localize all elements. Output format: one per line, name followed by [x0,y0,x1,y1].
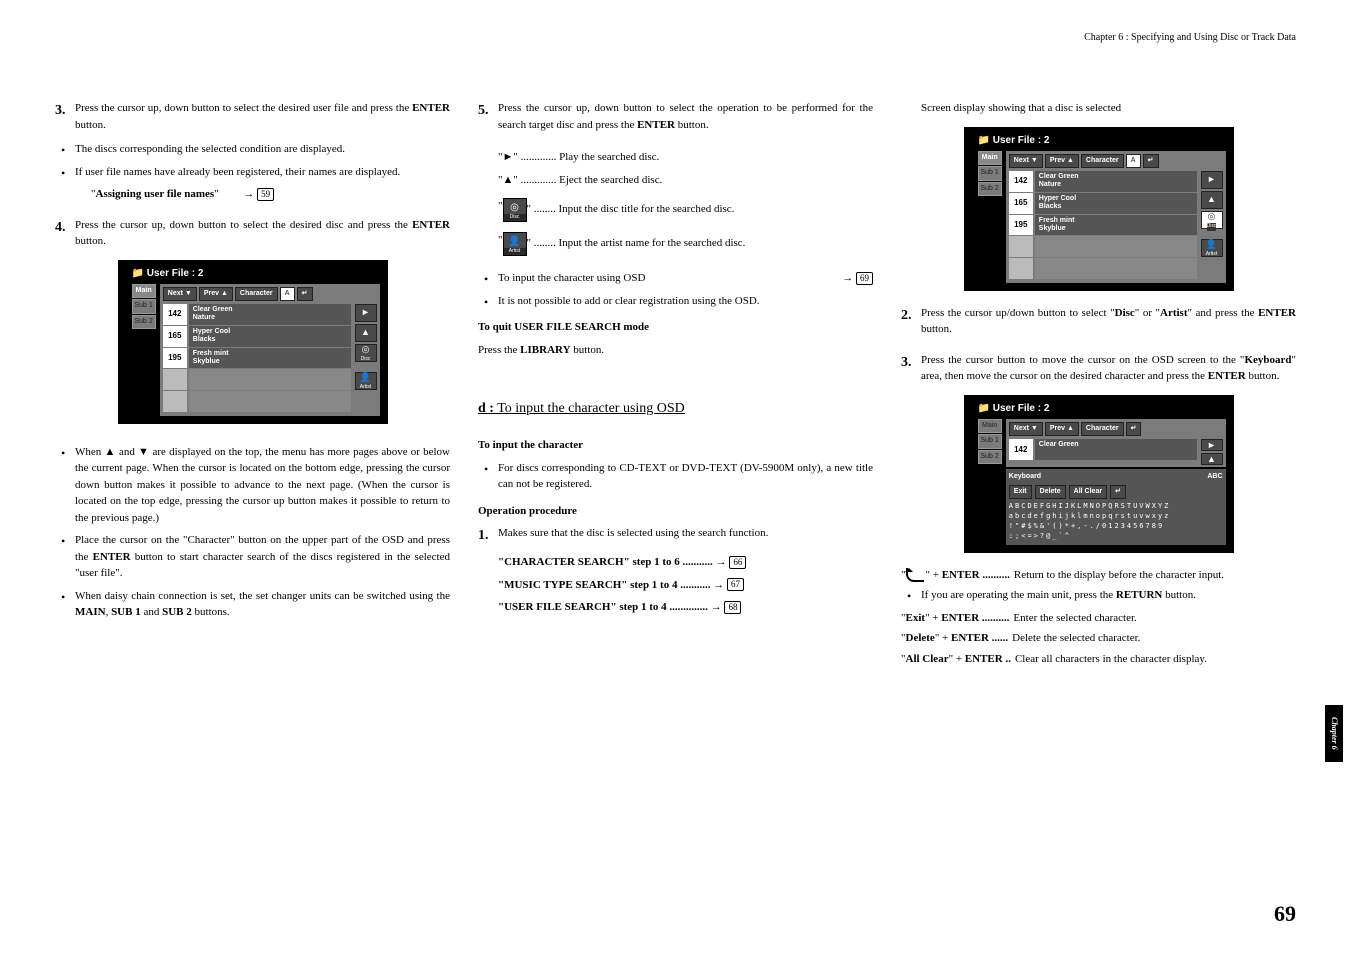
eject-line: "▲" ............. Eject the searched dis… [498,172,873,189]
list-item: For discs corresponding to CD-TEXT or DV… [498,460,873,493]
screen-caption: Screen display showing that a disc is se… [921,100,1296,117]
list-item: It is not possible to add or clear regis… [498,293,873,310]
chapter-header: Chapter 6 : Specifying and Using Disc or… [1084,30,1296,45]
osd-keyboard: 📁 User File : 2 Main Sub 1 Sub 2 Next ▼ … [964,395,1234,553]
list-item: To input the character using OSD → 69 [498,270,873,287]
list-item: When ▲ and ▼ are displayed on the top, t… [75,444,450,527]
play-line: "►" ............. Play the searched disc… [498,149,873,166]
operation-title: Operation procedure [478,503,873,520]
eject-icon: ▲ [355,324,377,342]
disc-icon: ◎Disc [503,198,527,222]
page-number: 69 [1274,897,1296,930]
column-1: 3. Press the cursor up, down button to s… [55,100,450,671]
op-step-1-text: Makes sure that the disc is selected usi… [498,525,873,546]
osd-screen: 📁 User File : 2 Main Sub 1 Sub 2 Next ▼ … [118,260,388,424]
artist-icon: 👤Artist [355,372,377,390]
disc-icon: ◎Disc [355,344,377,362]
step-3-text: Press the cursor up, down button to sele… [75,100,450,133]
c3-step-2-text: Press the cursor up/down button to selec… [921,305,1296,338]
list-item: The discs corresponding the selected con… [75,141,450,158]
list-item: If user file names have already been reg… [75,164,450,181]
osd-screen-selected: 📁 User File : 2 Main Sub 1 Sub 2 Next ▼ … [964,127,1234,291]
side-tab: Chapter 6 [1325,705,1343,762]
section-d-heading: d : To input the character using OSD [478,398,873,419]
step-5-number: 5. [478,100,498,133]
page-ref: 59 [257,188,274,201]
c3-step-3-text: Press the cursor button to move the curs… [921,352,1296,385]
column-3: Screen display showing that a disc is se… [901,100,1296,671]
input-title: To input the character [478,437,873,454]
artist-icon: 👤Artist [503,232,527,256]
return-icon [906,568,924,582]
column-2: 5. Press the cursor up, down button to s… [478,100,873,671]
list-item: If you are operating the main unit, pres… [921,587,1296,604]
c3-step-3-number: 3. [901,352,921,385]
list-item: Place the cursor on the "Character" butt… [75,532,450,582]
step-3-number: 3. [55,100,75,133]
op-step-1-number: 1. [478,525,498,546]
step-5-text: Press the cursor up, down button to sele… [498,100,873,133]
list-item: When daisy chain connection is set, the … [75,588,450,621]
quit-title: To quit USER FILE SEARCH mode [478,319,873,336]
step-4-number: 4. [55,217,75,250]
c3-step-2-number: 2. [901,305,921,338]
play-icon: ► [355,304,377,322]
step-4-text: Press the cursor up, down button to sele… [75,217,450,250]
